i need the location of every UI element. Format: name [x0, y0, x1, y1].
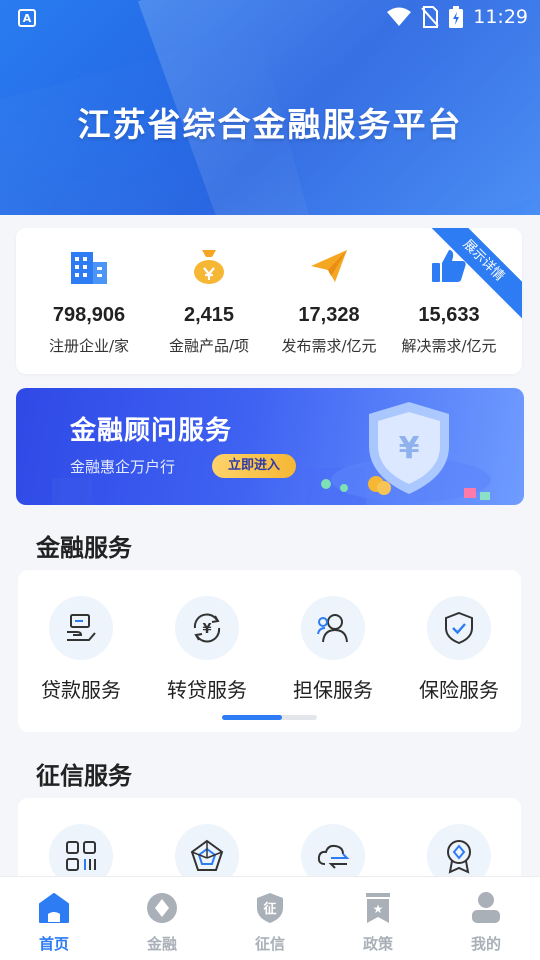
- loan-icon: [67, 614, 96, 641]
- insurance-icon: [445, 611, 473, 645]
- service-label: 担保服务: [293, 678, 373, 702]
- stat-label: 金融产品/项: [168, 337, 250, 355]
- stat-value: 15,633: [418, 304, 480, 326]
- page-title: 江苏省综合金融服务平台: [77, 105, 463, 144]
- app-notification-icon: A: [18, 9, 36, 27]
- medal-icon: [447, 840, 471, 874]
- nav-label: 金融: [146, 935, 177, 953]
- header-banner: A 11:29 江苏省综合金融服务平台: [0, 0, 540, 215]
- battery-charging-icon: [449, 6, 464, 28]
- credit-shield-icon: 征: [257, 893, 283, 923]
- svg-text:征: 征: [263, 901, 276, 917]
- service-label: 保险服务: [419, 678, 499, 702]
- nav-item-profile[interactable]: 我的: [432, 891, 540, 954]
- nav-item-credit[interactable]: 征 征信: [216, 891, 324, 954]
- profile-icon: [472, 892, 500, 923]
- svg-text:¥: ¥: [202, 622, 211, 637]
- money-bag-icon: [194, 250, 224, 284]
- finance-diamond-icon: [147, 893, 177, 923]
- stat-label: 解决需求/亿元: [401, 337, 497, 355]
- policy-bookmark-icon: ★: [366, 893, 390, 923]
- financial-services-card: 贷款服务 ¥ 转贷服务 担保服务 保险服务: [18, 570, 521, 732]
- bottom-nav: 首页 金融 征 征信 ★ 政策 我的: [0, 876, 540, 960]
- banner-title: 金融顾问服务: [70, 416, 233, 446]
- clock: 11:29: [473, 6, 528, 28]
- stat-value: 798,906: [52, 304, 126, 326]
- stats-card: 798,906 注册企业/家 2,415 金融产品/项 17,328 发布需求/…: [16, 228, 522, 374]
- wifi-icon: [387, 7, 412, 26]
- stat-value: 17,328: [298, 304, 360, 326]
- refinance-icon: ¥: [193, 613, 221, 643]
- stat-registered-companies: 798,906 注册企业/家: [26, 246, 152, 356]
- nav-label: 首页: [38, 935, 69, 953]
- stat-value: 2,415: [183, 304, 235, 326]
- credit-services-title: 征信服务: [36, 762, 132, 790]
- building-icon: [71, 252, 107, 284]
- enter-now-button[interactable]: 立即进入: [212, 454, 296, 478]
- nav-item-policy[interactable]: ★ 政策: [324, 891, 432, 954]
- qr-grid-icon: [66, 841, 96, 871]
- financial-services-title: 金融服务: [36, 534, 132, 562]
- stat-published-demand: 17,328 发布需求/亿元: [266, 246, 392, 356]
- no-sim-icon: [421, 6, 439, 28]
- nav-item-finance[interactable]: 金融: [108, 891, 216, 954]
- stat-financial-products: 2,415 金融产品/项: [146, 246, 272, 356]
- radar-chart-icon: [190, 839, 224, 871]
- shield-yuan-icon: ¥: [368, 402, 449, 495]
- svg-text:¥: ¥: [399, 431, 420, 466]
- nav-item-home[interactable]: 首页: [0, 891, 108, 954]
- loan-service-item[interactable]: 贷款服务: [18, 596, 144, 703]
- status-bar: A 11:29: [0, 0, 540, 36]
- cloud-sync-icon: [317, 844, 350, 869]
- advisory-service-banner[interactable]: 金融顾问服务 金融惠企万户行 立即进入 ¥: [16, 388, 524, 505]
- service-label: 贷款服务: [41, 678, 121, 702]
- service-label: 转贷服务: [167, 678, 247, 702]
- guarantee-service-item[interactable]: 担保服务: [270, 596, 396, 703]
- home-icon: [39, 893, 69, 923]
- stat-label: 发布需求/亿元: [281, 337, 377, 355]
- page-indicator: [222, 715, 317, 720]
- refinance-service-item[interactable]: ¥ 转贷服务: [144, 596, 270, 703]
- nav-label: 政策: [362, 935, 393, 953]
- stat-label: 注册企业/家: [48, 337, 130, 355]
- nav-label: 征信: [254, 935, 285, 953]
- insurance-service-item[interactable]: 保险服务: [396, 596, 522, 703]
- paper-plane-icon: [311, 250, 347, 282]
- svg-text:★: ★: [373, 902, 384, 916]
- guarantee-icon: [317, 614, 348, 643]
- banner-subtitle: 金融惠企万户行: [70, 458, 176, 476]
- nav-label: 我的: [470, 935, 501, 953]
